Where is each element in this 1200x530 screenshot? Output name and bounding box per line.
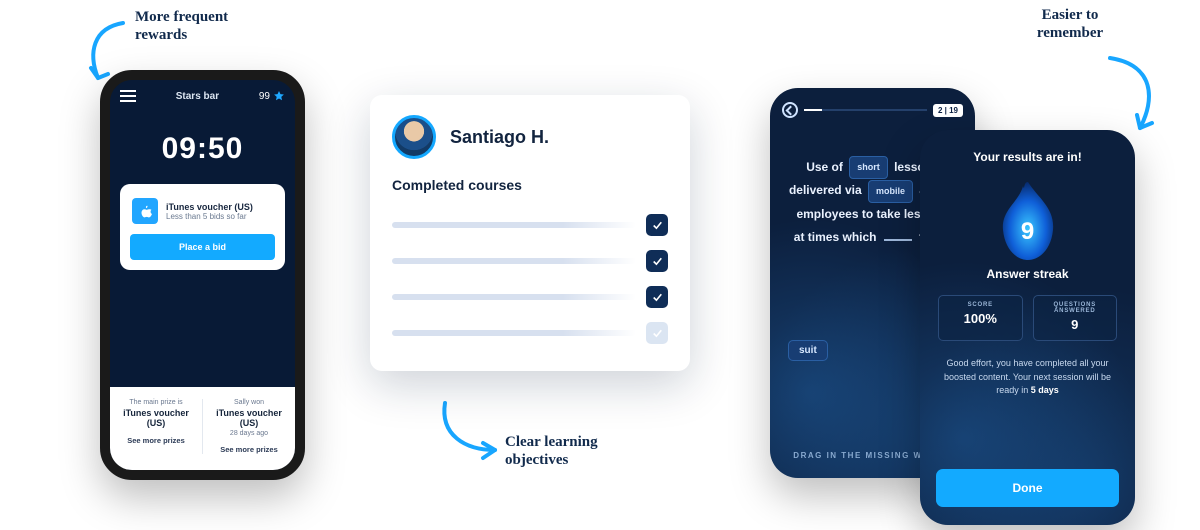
- quiz-text: delivered via: [789, 183, 862, 197]
- prize-winner-col: Sally won iTunes voucher (US) 28 days ag…: [202, 399, 295, 454]
- quiz-text: at times which: [794, 230, 877, 244]
- results-title: Your results are in!: [920, 130, 1135, 164]
- course-checkbox[interactable]: [646, 322, 668, 344]
- prize-main: iTunes voucher (US): [211, 408, 287, 428]
- completed-courses-title: Completed courses: [392, 177, 668, 193]
- phone-results: Your results are in! 9 Answer streak Sco…: [920, 130, 1135, 525]
- callout-rewards: More frequent rewards: [135, 8, 265, 44]
- token-suit[interactable]: suit: [788, 340, 828, 361]
- prize-over: Sally won: [211, 399, 287, 406]
- stat-value: 9: [1038, 317, 1113, 332]
- countdown-timer: 09:50: [110, 108, 295, 184]
- summary-text: Good effort, you have completed all your…: [944, 358, 1111, 395]
- stat-label: Questions answered: [1038, 302, 1113, 314]
- see-more-prizes-link[interactable]: See more prizes: [118, 436, 194, 445]
- course-row: [392, 315, 668, 351]
- prize-main-col: The main prize is iTunes voucher (US) Se…: [110, 399, 202, 454]
- stars-counter[interactable]: 99: [259, 90, 285, 102]
- course-placeholder: [392, 294, 636, 300]
- results-summary: Good effort, you have completed all your…: [920, 341, 1135, 398]
- see-more-prizes-link[interactable]: See more prizes: [211, 445, 287, 454]
- phone-rewards: Stars bar 99 09:50 iTunes voucher (US) L…: [100, 70, 305, 480]
- learner-card: Santiago H. Completed courses: [370, 95, 690, 371]
- callout-remember: Easier to remember: [1015, 6, 1125, 42]
- course-checkbox[interactable]: [646, 250, 668, 272]
- stat-questions: Questions answered 9: [1033, 295, 1118, 341]
- prize-main: iTunes voucher (US): [118, 408, 194, 428]
- place-bid-button[interactable]: Place a bid: [130, 234, 275, 260]
- reward-title: iTunes voucher (US): [166, 202, 253, 212]
- quiz-blank[interactable]: [884, 231, 912, 241]
- stat-value: 100%: [943, 311, 1018, 326]
- stars-bar-label: Stars bar: [176, 91, 219, 102]
- done-button[interactable]: Done: [936, 469, 1119, 507]
- stat-score: Score 100%: [938, 295, 1023, 341]
- quiz-progress: [804, 109, 927, 111]
- back-icon[interactable]: [782, 102, 798, 118]
- course-placeholder: [392, 258, 636, 264]
- learner-name: Santiago H.: [450, 127, 549, 148]
- star-icon: [273, 90, 285, 102]
- course-placeholder: [392, 222, 636, 228]
- flame-icon: 9: [993, 178, 1063, 263]
- menu-icon[interactable]: [120, 90, 136, 102]
- summary-bold: 5 days: [1031, 385, 1059, 395]
- callout-objectives: Clear learning objectives: [505, 433, 655, 469]
- question-counter: 2 | 19: [933, 104, 963, 117]
- draggable-chip[interactable]: suit: [788, 340, 828, 358]
- course-row: [392, 207, 668, 243]
- token-mobile[interactable]: mobile: [868, 180, 913, 203]
- prize-over: The main prize is: [118, 399, 194, 406]
- course-checkbox[interactable]: [646, 214, 668, 236]
- reward-card: iTunes voucher (US) Less than 5 bids so …: [120, 184, 285, 270]
- token-short[interactable]: short: [849, 156, 888, 179]
- streak-number: 9: [1021, 218, 1034, 246]
- stat-label: Score: [943, 302, 1018, 308]
- course-placeholder: [392, 330, 636, 336]
- reward-subtitle: Less than 5 bids so far: [166, 212, 253, 221]
- arrow-icon: [435, 395, 515, 480]
- course-row: [392, 279, 668, 315]
- prize-sub: 28 days ago: [211, 430, 287, 437]
- avatar: [392, 115, 436, 159]
- stars-count: 99: [259, 91, 270, 102]
- prizes-panel: The main prize is iTunes voucher (US) Se…: [110, 387, 295, 470]
- course-row: [392, 243, 668, 279]
- streak-label: Answer streak: [920, 267, 1135, 281]
- itunes-icon: [132, 198, 158, 224]
- quiz-text: Use of: [806, 160, 843, 174]
- course-checkbox[interactable]: [646, 286, 668, 308]
